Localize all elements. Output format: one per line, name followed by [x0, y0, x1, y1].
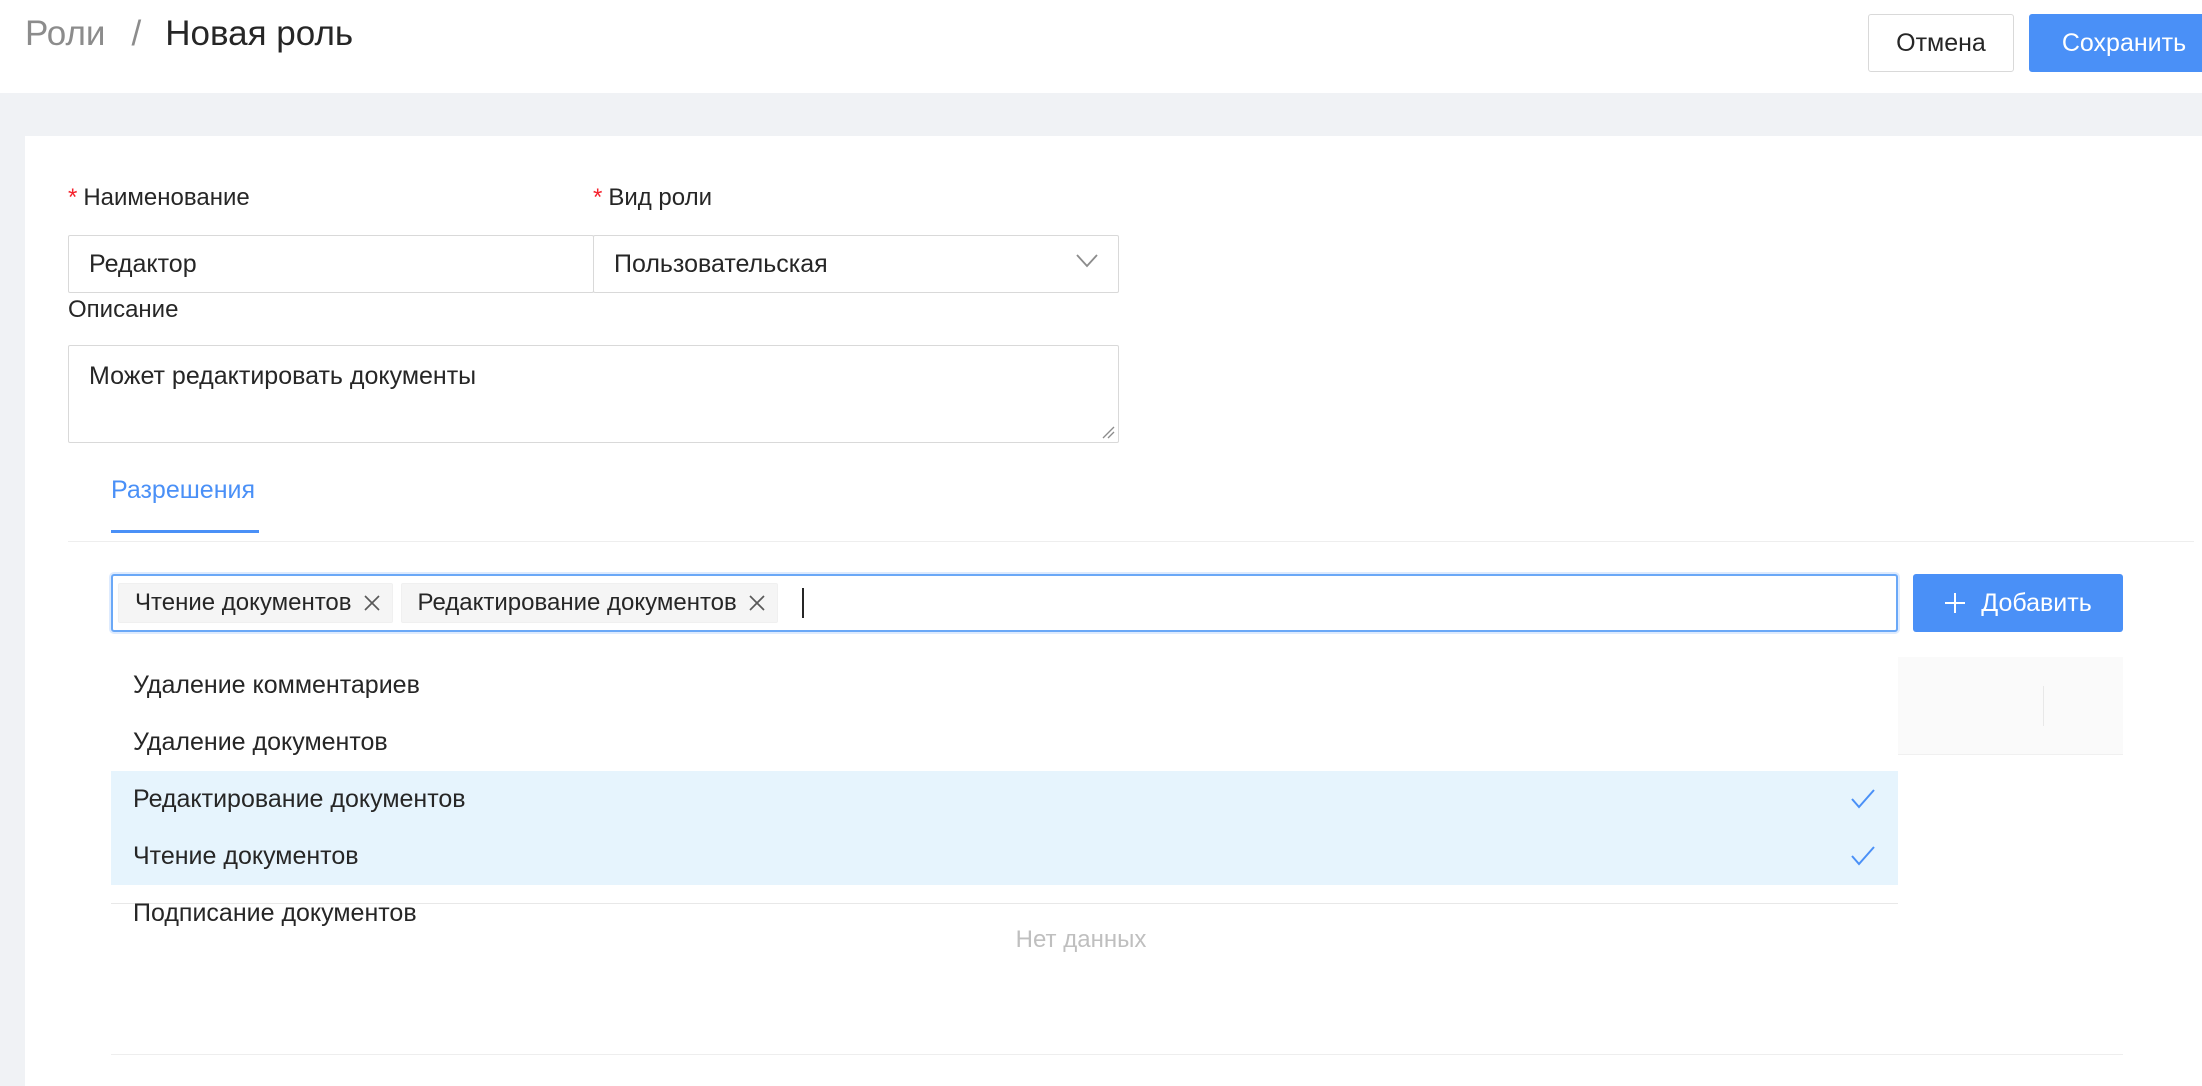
option-label: Чтение документов [133, 842, 359, 870]
name-field-value: Редактор [89, 249, 197, 278]
option-label: Удаление документов [133, 728, 388, 756]
add-permission-button[interactable]: Добавить [1913, 574, 2123, 632]
dropdown-option[interactable]: Удаление документов [111, 714, 1898, 771]
chevron-down-icon [1076, 254, 1098, 268]
add-permission-label: Добавить [1981, 588, 2092, 617]
dropdown-option-selected[interactable]: Редактирование документов [111, 771, 1898, 828]
required-marker: * [68, 184, 78, 211]
table-header [1898, 657, 2123, 755]
option-label: Редактирование документов [133, 785, 466, 813]
description-field[interactable]: Может редактировать документы [68, 345, 1119, 443]
option-label: Подписание документов [133, 899, 417, 927]
table-header-separator [2043, 686, 2044, 726]
save-button[interactable]: Сохранить [2029, 14, 2202, 72]
selected-tag: Чтение документов [118, 583, 393, 623]
close-icon[interactable] [362, 593, 382, 613]
breadcrumb-separator: / [131, 14, 142, 53]
name-field[interactable]: Редактор [68, 235, 594, 293]
plus-icon [1945, 593, 1966, 613]
required-marker: * [593, 184, 603, 211]
dropdown-option[interactable]: Подписание документов [111, 885, 1898, 942]
permissions-dropdown: Удаление комментариев Удаление документо… [111, 657, 1898, 927]
dropdown-option[interactable]: Удаление комментариев [111, 657, 1898, 714]
role-type-value: Пользовательская [614, 249, 828, 278]
close-icon[interactable] [747, 593, 767, 613]
page-title: Новая роль [165, 14, 354, 53]
check-icon [1851, 789, 1875, 809]
name-label: * Наименование [68, 184, 250, 212]
breadcrumb: Роли / Новая роль [25, 14, 353, 54]
selected-tag-label: Редактирование документов [417, 589, 737, 616]
check-icon [1851, 846, 1875, 866]
resize-handle-icon[interactable] [1101, 425, 1115, 439]
breadcrumb-roles-link[interactable]: Роли [25, 14, 105, 54]
selected-tag: Редактирование документов [400, 583, 778, 623]
permissions-select[interactable]: Чтение документов Редактирование докумен… [111, 574, 1898, 632]
role-form-card: * Наименование * Вид роли Редактор Пользов… [25, 136, 2202, 1086]
cancel-button[interactable]: Отмена [1868, 14, 2014, 72]
option-label: Удаление комментариев [133, 671, 420, 699]
page-header: Роли / Новая роль Отмена Сохранить [0, 0, 2202, 93]
table-bottom-divider [111, 1054, 2123, 1055]
role-type-label-text: Вид роли [608, 184, 713, 211]
role-type-label: * Вид роли [593, 184, 712, 212]
tab-active-indicator [111, 530, 259, 533]
role-type-select[interactable]: Пользовательская [593, 235, 1119, 293]
table-header-divider [1898, 754, 2123, 755]
page: Роли / Новая роль Отмена Сохранить * Наим… [0, 0, 2202, 1086]
tabs-divider [68, 541, 2194, 542]
dropdown-option-selected[interactable]: Чтение документов [111, 828, 1898, 885]
name-label-text: Наименование [83, 184, 250, 211]
description-label: Описание [68, 296, 179, 323]
description-field-value: Может редактировать документы [89, 362, 477, 390]
selected-tag-label: Чтение документов [135, 589, 352, 616]
text-cursor [801, 588, 804, 618]
tab-permissions[interactable]: Разрешения [111, 476, 255, 505]
